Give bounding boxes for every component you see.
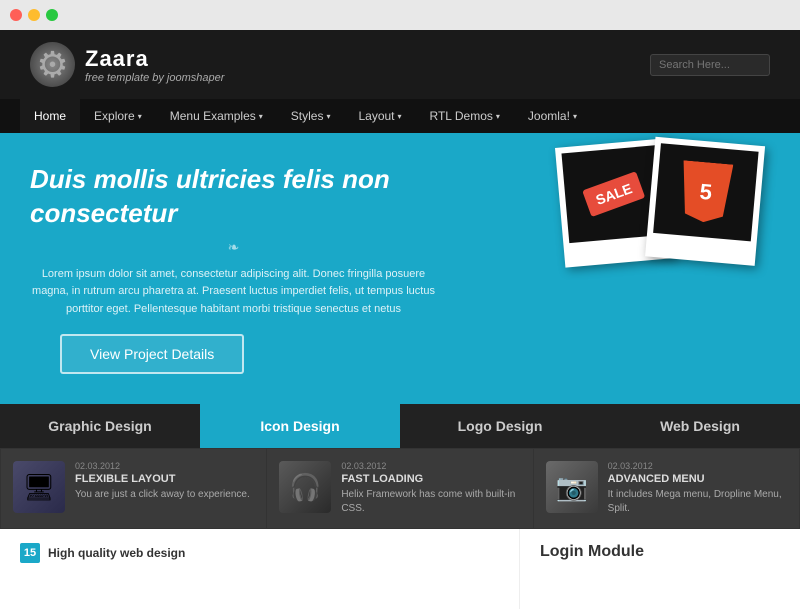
logo-title: Zaara (85, 46, 224, 72)
nav-item-home[interactable]: Home (20, 99, 80, 133)
feature-date-fast: 02.03.2012 (341, 461, 520, 471)
hero-images: SALE 5 (560, 143, 780, 263)
dot-red[interactable] (10, 9, 22, 21)
dot-yellow[interactable] (28, 9, 40, 21)
feature-date-flexible: 02.03.2012 (75, 461, 254, 471)
feature-date-advanced: 02.03.2012 (608, 461, 787, 471)
feature-info-advanced: 02.03.2012 ADVANCED MENU It includes Meg… (608, 461, 787, 516)
feature-cards: 02.03.2012 FLEXIBLE LAYOUT You are just … (0, 448, 800, 529)
tab-graphic-design[interactable]: Graphic Design (0, 404, 200, 448)
feature-desc-flexible: You are just a click away to experience. (75, 488, 254, 502)
dot-green[interactable] (46, 9, 58, 21)
feature-title-fast: FAST LOADING (341, 473, 520, 485)
hero-title: Duis mollis ultricies felis non consecte… (30, 163, 437, 231)
hero-text: Lorem ipsum dolor sit amet, consectetur … (30, 266, 437, 319)
hero-content: Duis mollis ultricies felis non consecte… (30, 163, 437, 374)
chevron-down-icon: ▾ (398, 112, 402, 121)
logo-gear-icon (30, 42, 75, 87)
feature-card-fast: 02.03.2012 FAST LOADING Helix Framework … (267, 449, 532, 528)
design-tabs: Graphic Design Icon Design Logo Design W… (0, 404, 800, 448)
monitor-icon (13, 461, 65, 513)
view-project-button[interactable]: View Project Details (60, 334, 244, 374)
search-input[interactable] (650, 54, 770, 76)
chevron-down-icon: ▾ (496, 112, 500, 121)
chevron-down-icon: ▾ (573, 112, 577, 121)
tab-logo-design[interactable]: Logo Design (400, 404, 600, 448)
logo-text: Zaara free template by joomshaper (85, 46, 224, 84)
logo-subtitle: free template by joomshaper (85, 72, 224, 84)
feature-card-advanced: 02.03.2012 ADVANCED MENU It includes Meg… (534, 449, 799, 528)
chevron-down-icon: ▾ (326, 112, 330, 121)
nav-item-rtl-demos[interactable]: RTL Demos ▾ (416, 99, 514, 133)
login-module-title: Login Module (540, 543, 780, 561)
nav-item-menu-examples[interactable]: Menu Examples ▾ (156, 99, 277, 133)
bottom-left-text: High quality web design (48, 546, 185, 560)
chevron-down-icon: ▾ (138, 112, 142, 121)
chevron-down-icon: ▾ (259, 112, 263, 121)
tab-web-design[interactable]: Web Design (600, 404, 800, 448)
feature-desc-fast: Helix Framework has come with built-in C… (341, 488, 520, 516)
sale-tag: SALE (582, 171, 645, 217)
bottom-right: Login Module (520, 529, 800, 609)
bottom-left: 15 High quality web design (0, 529, 520, 609)
nav-item-joomla[interactable]: Joomla! ▾ (514, 99, 591, 133)
feature-desc-advanced: It includes Mega menu, Dropline Menu, Sp… (608, 488, 787, 516)
feature-title-flexible: FLEXIBLE LAYOUT (75, 473, 254, 485)
hero-divider: ❧ (30, 239, 437, 256)
nav-item-layout[interactable]: Layout ▾ (344, 99, 415, 133)
bottom-number: 15 (20, 543, 40, 563)
feature-card-flexible: 02.03.2012 FLEXIBLE LAYOUT You are just … (1, 449, 266, 528)
hero-section: Duis mollis ultricies felis non consecte… (0, 133, 800, 404)
logo-area: Zaara free template by joomshaper (30, 42, 224, 87)
headphone-icon (279, 461, 331, 513)
browser-chrome (0, 0, 800, 30)
polaroid-2: 5 (645, 137, 765, 266)
nav-item-explore[interactable]: Explore ▾ (80, 99, 156, 133)
bottom-section: 15 High quality web design Login Module (0, 529, 800, 609)
bottom-item-title: 15 High quality web design (20, 543, 499, 563)
website: Zaara free template by joomshaper Home E… (0, 30, 800, 609)
polaroid-inner-2: 5 (653, 143, 758, 241)
feature-info-fast: 02.03.2012 FAST LOADING Helix Framework … (341, 461, 520, 516)
html5-badge: 5 (678, 160, 733, 224)
tab-icon-design[interactable]: Icon Design (200, 404, 400, 448)
camera-icon (546, 461, 598, 513)
nav-item-styles[interactable]: Styles ▾ (277, 99, 345, 133)
site-header: Zaara free template by joomshaper (0, 30, 800, 99)
feature-info-flexible: 02.03.2012 FLEXIBLE LAYOUT You are just … (75, 461, 254, 502)
feature-title-advanced: ADVANCED MENU (608, 473, 787, 485)
main-nav: Home Explore ▾ Menu Examples ▾ Styles ▾ … (0, 99, 800, 133)
